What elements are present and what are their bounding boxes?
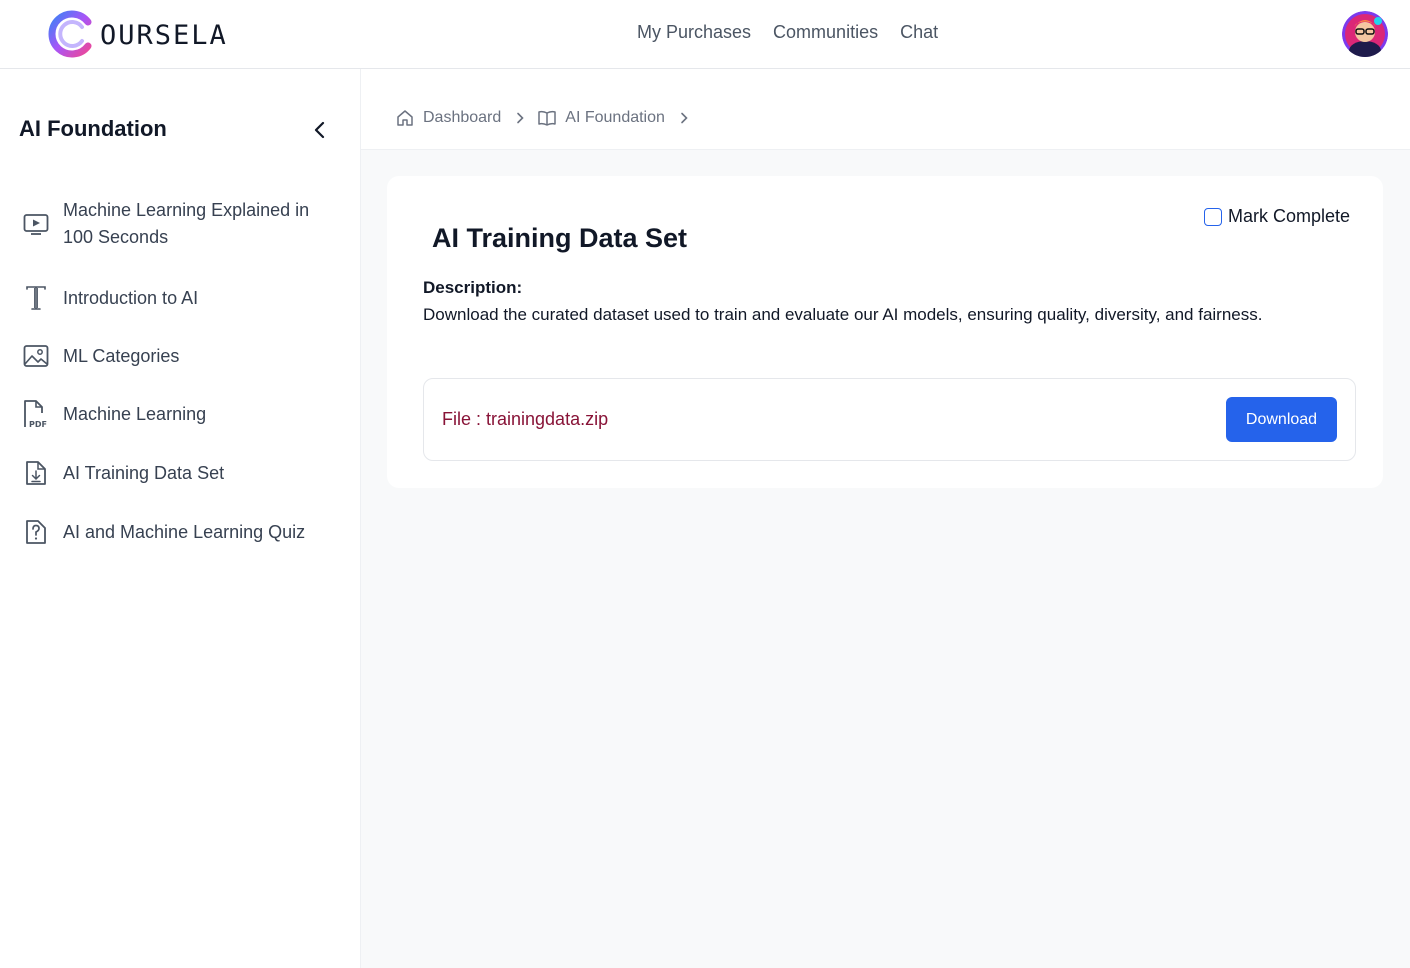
avatar-icon (1342, 11, 1388, 57)
video-icon (22, 209, 50, 239)
course-sidebar: AI Foundation Machine Learning Explained… (0, 69, 361, 968)
nav-chat[interactable]: Chat (900, 22, 938, 43)
breadcrumb-ai-foundation[interactable]: AI Foundation (538, 109, 665, 127)
brand-logo[interactable]: OURSELA (44, 10, 228, 58)
description-text: Download the curated dataset used to tra… (423, 305, 1263, 324)
book-icon (538, 110, 557, 126)
sidebar-item-label: ML Categories (63, 345, 180, 366)
sidebar-item-ml-categories[interactable]: ML Categories (22, 341, 342, 371)
chevron-left-icon (314, 121, 325, 139)
breadcrumb-dashboard[interactable]: Dashboard (396, 109, 501, 127)
mark-complete-checkbox[interactable]: Mark Complete (1204, 206, 1350, 227)
sidebar-item-ai-training-data-set[interactable]: AI Training Data Set (22, 458, 342, 488)
svg-text:PDF: PDF (29, 420, 47, 429)
image-icon (22, 341, 50, 371)
sidebar-item-ai-ml-quiz[interactable]: AI and Machine Learning Quiz (22, 517, 342, 547)
top-nav: My Purchases Communities Chat (637, 22, 938, 43)
quiz-icon (22, 517, 50, 547)
lesson-card: AI Training Data Set Mark Complete Descr… (387, 176, 1383, 488)
brand-name: OURSELA (100, 19, 228, 51)
breadcrumb-label: AI Foundation (565, 109, 665, 126)
lesson-title: AI Training Data Set (432, 223, 688, 253)
breadcrumb: Dashboard AI Foundation (396, 109, 702, 127)
home-icon (397, 110, 413, 126)
pdf-icon: PDF (22, 399, 50, 429)
download-file-icon (22, 458, 50, 488)
breadcrumb-label: Dashboard (423, 109, 502, 126)
sidebar-item-label: AI and Machine Learning Quiz (63, 521, 306, 542)
sidebar-item-intro-to-ai[interactable]: Introduction to AI (22, 283, 342, 313)
top-bar: OURSELA My Purchases Communities Chat (0, 0, 1410, 69)
breadcrumb-bar: Dashboard AI Foundation (361, 69, 1410, 150)
nav-communities[interactable]: Communities (773, 22, 878, 43)
download-button[interactable]: Download (1226, 397, 1337, 442)
sidebar-item-machine-learning[interactable]: PDF Machine Learning (22, 399, 342, 429)
chevron-right-icon (516, 112, 524, 124)
sidebar-item-label: Introduction to AI (63, 287, 199, 308)
file-name: File : trainingdata.zip (442, 409, 609, 429)
nav-my-purchases[interactable]: My Purchases (637, 22, 751, 43)
sidebar-course-title: AI Foundation (19, 116, 167, 141)
sidebar-item-ml-explained[interactable]: Machine Learning Explained in 100 Second… (22, 197, 342, 251)
description-label: Description: (423, 278, 523, 297)
sidebar-item-label: Machine Learning Explained in 100 Second… (63, 200, 310, 247)
user-avatar[interactable] (1342, 11, 1388, 57)
checkbox-box[interactable] (1204, 207, 1222, 226)
collapse-sidebar-button[interactable] (309, 119, 331, 141)
mark-complete-label: Mark Complete (1228, 206, 1351, 226)
text-icon (22, 283, 50, 313)
file-attachment: File : trainingdata.zip Download (423, 378, 1356, 461)
chevron-right-icon (680, 112, 688, 124)
coursela-c-logo-icon (44, 10, 98, 58)
sidebar-item-label: AI Training Data Set (63, 462, 225, 483)
sidebar-item-label: Machine Learning (63, 403, 207, 424)
